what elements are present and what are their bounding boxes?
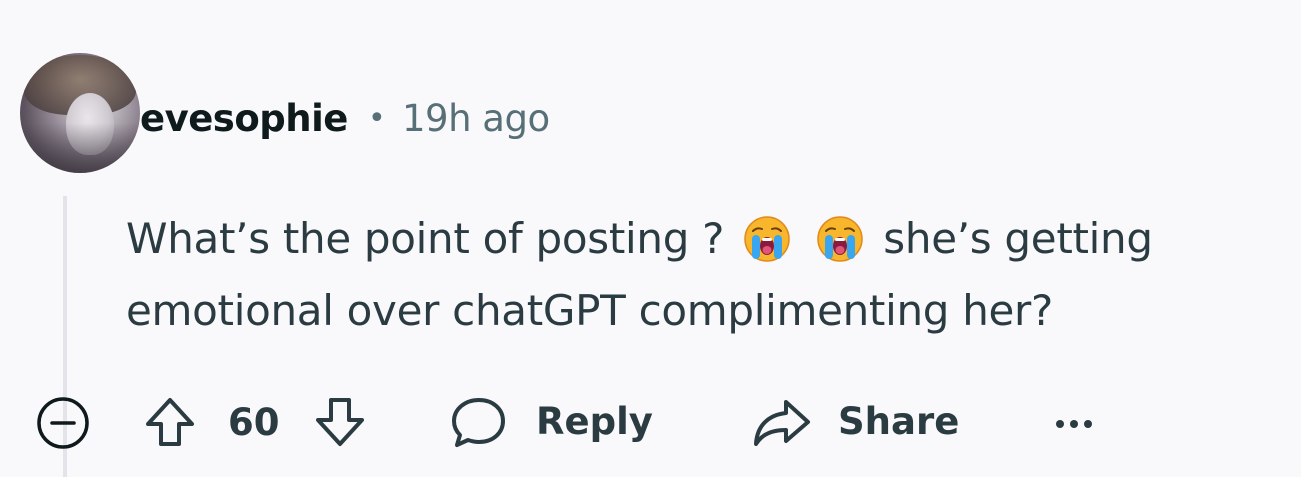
avatar[interactable] — [20, 53, 140, 173]
comment-body: What’s the point of posting ? she’s gett… — [126, 203, 1291, 347]
speech-bubble-icon — [452, 398, 505, 447]
share-label: Share — [838, 400, 960, 443]
comment: evesophie • 19h ago What’s the point of … — [0, 0, 1301, 477]
username-link[interactable]: evesophie — [140, 95, 348, 143]
reply-label: Reply — [536, 400, 653, 443]
loudly-crying-face-icon — [817, 216, 863, 262]
share-arrow-icon — [754, 400, 810, 446]
reply-button[interactable]: Reply — [448, 394, 653, 450]
timestamp[interactable]: 19h ago — [402, 95, 550, 143]
upvote-arrow-icon[interactable] — [142, 394, 198, 450]
comment-text-part1: What’s the point of posting ? — [126, 214, 725, 263]
comment-action-bar: 60 Reply Share — [0, 390, 1301, 460]
downvote-arrow-icon[interactable] — [312, 394, 368, 450]
avatar-shade — [20, 123, 140, 173]
meta-separator: • — [368, 101, 386, 136]
share-button[interactable]: Share — [750, 394, 959, 450]
loudly-crying-face-icon — [744, 216, 790, 262]
collapse-thread-button[interactable] — [36, 396, 90, 450]
more-options-ellipsis-icon[interactable] — [1050, 402, 1098, 438]
vote-score: 60 — [228, 401, 280, 444]
